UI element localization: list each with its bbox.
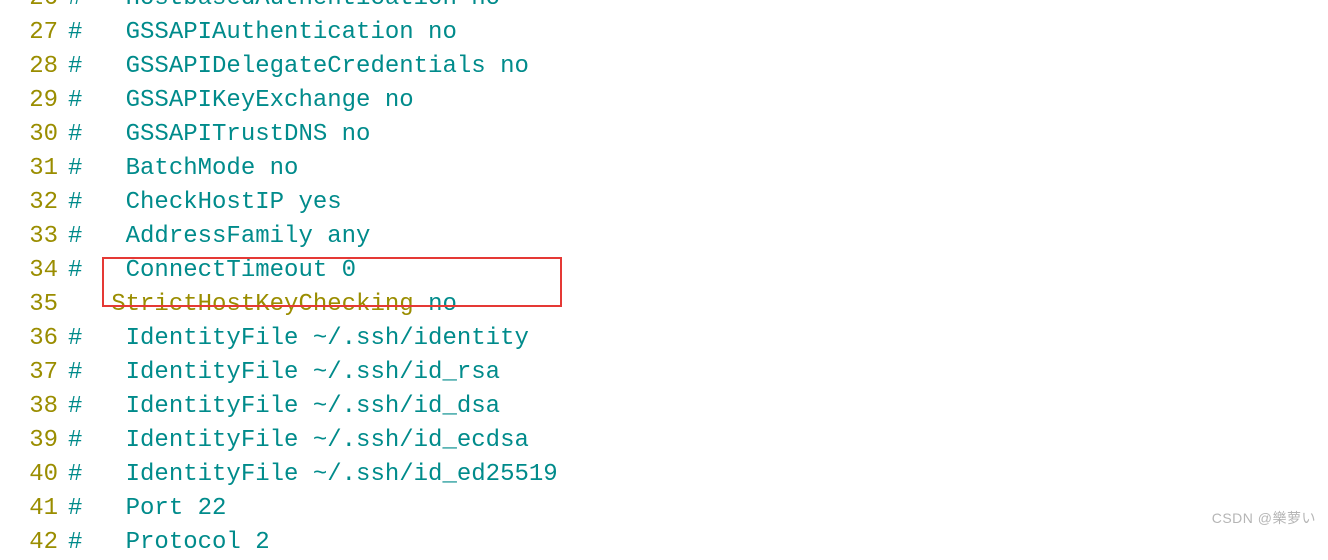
comment-text: # IdentityFile ~/.ssh/id_ecdsa [68, 427, 529, 454]
line-number: 29 [8, 84, 68, 118]
line-content: # GSSAPIDelegateCredentials no [68, 50, 529, 84]
comment-text: # IdentityFile ~/.ssh/id_rsa [68, 359, 500, 386]
line-content: # IdentityFile ~/.ssh/identity [68, 322, 529, 356]
line-number: 37 [8, 356, 68, 390]
comment-text: # AddressFamily any [68, 223, 370, 250]
line-content: # CheckHostIP yes [68, 186, 342, 220]
code-line: 34# ConnectTimeout 0 [8, 254, 1328, 288]
line-number: 34 [8, 254, 68, 288]
code-line: 42# Protocol 2 [8, 526, 1328, 560]
comment-text: # Port 22 [68, 495, 226, 522]
comment-text: # CheckHostIP yes [68, 189, 342, 216]
watermark: CSDN @樂萝い [1212, 501, 1316, 535]
line-content: # IdentityFile ~/.ssh/id_ed25519 [68, 458, 558, 492]
code-line: 30# GSSAPITrustDNS no [8, 118, 1328, 152]
comment-text: # ConnectTimeout 0 [68, 257, 356, 284]
comment-text: # GSSAPITrustDNS no [68, 121, 370, 148]
setting-key: StrictHostKeyChecking [111, 291, 413, 318]
comment-text: # GSSAPIAuthentication no [68, 19, 457, 46]
line-content: # GSSAPIKeyExchange no [68, 84, 414, 118]
line-number: 30 [8, 118, 68, 152]
comment-text: # Protocol 2 [68, 529, 270, 556]
line-number: 36 [8, 322, 68, 356]
line-content: # IdentityFile ~/.ssh/id_ecdsa [68, 424, 529, 458]
code-line: 31# BatchMode no [8, 152, 1328, 186]
comment-text: # GSSAPIKeyExchange no [68, 87, 414, 114]
line-number: 41 [8, 492, 68, 526]
code-editor: 26# HostbasedAuthentication no27# GSSAPI… [0, 0, 1328, 560]
line-number: 33 [8, 220, 68, 254]
code-line: 40# IdentityFile ~/.ssh/id_ed25519 [8, 458, 1328, 492]
comment-text: # IdentityFile ~/.ssh/identity [68, 325, 529, 352]
line-content: # GSSAPITrustDNS no [68, 118, 370, 152]
code-line: 29# GSSAPIKeyExchange no [8, 84, 1328, 118]
line-number: 35 [8, 288, 68, 322]
code-line: 41# Port 22 [8, 492, 1328, 526]
line-content: # HostbasedAuthentication no [68, 0, 500, 16]
code-line: 28# GSSAPIDelegateCredentials no [8, 50, 1328, 84]
line-content: # BatchMode no [68, 152, 298, 186]
code-line: 32# CheckHostIP yes [8, 186, 1328, 220]
line-content: # GSSAPIAuthentication no [68, 16, 457, 50]
comment-text: # HostbasedAuthentication no [68, 0, 500, 12]
code-line: 39# IdentityFile ~/.ssh/id_ecdsa [8, 424, 1328, 458]
code-line: 35 StrictHostKeyChecking no [8, 288, 1328, 322]
comment-text: # BatchMode no [68, 155, 298, 182]
line-number: 32 [8, 186, 68, 220]
code-line: 37# IdentityFile ~/.ssh/id_rsa [8, 356, 1328, 390]
comment-text: # IdentityFile ~/.ssh/id_ed25519 [68, 461, 558, 488]
line-content: # Protocol 2 [68, 526, 270, 560]
line-number: 42 [8, 526, 68, 560]
comment-text: # GSSAPIDelegateCredentials no [68, 53, 529, 80]
line-number: 40 [8, 458, 68, 492]
code-line: 36# IdentityFile ~/.ssh/identity [8, 322, 1328, 356]
indent [68, 291, 111, 318]
line-content: # Port 22 [68, 492, 226, 526]
code-line: 38# IdentityFile ~/.ssh/id_dsa [8, 390, 1328, 424]
line-number: 39 [8, 424, 68, 458]
line-number: 31 [8, 152, 68, 186]
line-content: # ConnectTimeout 0 [68, 254, 356, 288]
code-line: 27# GSSAPIAuthentication no [8, 16, 1328, 50]
comment-text: # IdentityFile ~/.ssh/id_dsa [68, 393, 500, 420]
setting-value: no [428, 291, 457, 318]
line-number: 27 [8, 16, 68, 50]
line-number: 28 [8, 50, 68, 84]
line-content: # AddressFamily any [68, 220, 370, 254]
line-number: 38 [8, 390, 68, 424]
code-line: 26# HostbasedAuthentication no [8, 0, 1328, 16]
line-number: 26 [8, 0, 68, 16]
code-line: 33# AddressFamily any [8, 220, 1328, 254]
line-content: # IdentityFile ~/.ssh/id_dsa [68, 390, 500, 424]
line-content: StrictHostKeyChecking no [68, 288, 457, 322]
line-content: # IdentityFile ~/.ssh/id_rsa [68, 356, 500, 390]
